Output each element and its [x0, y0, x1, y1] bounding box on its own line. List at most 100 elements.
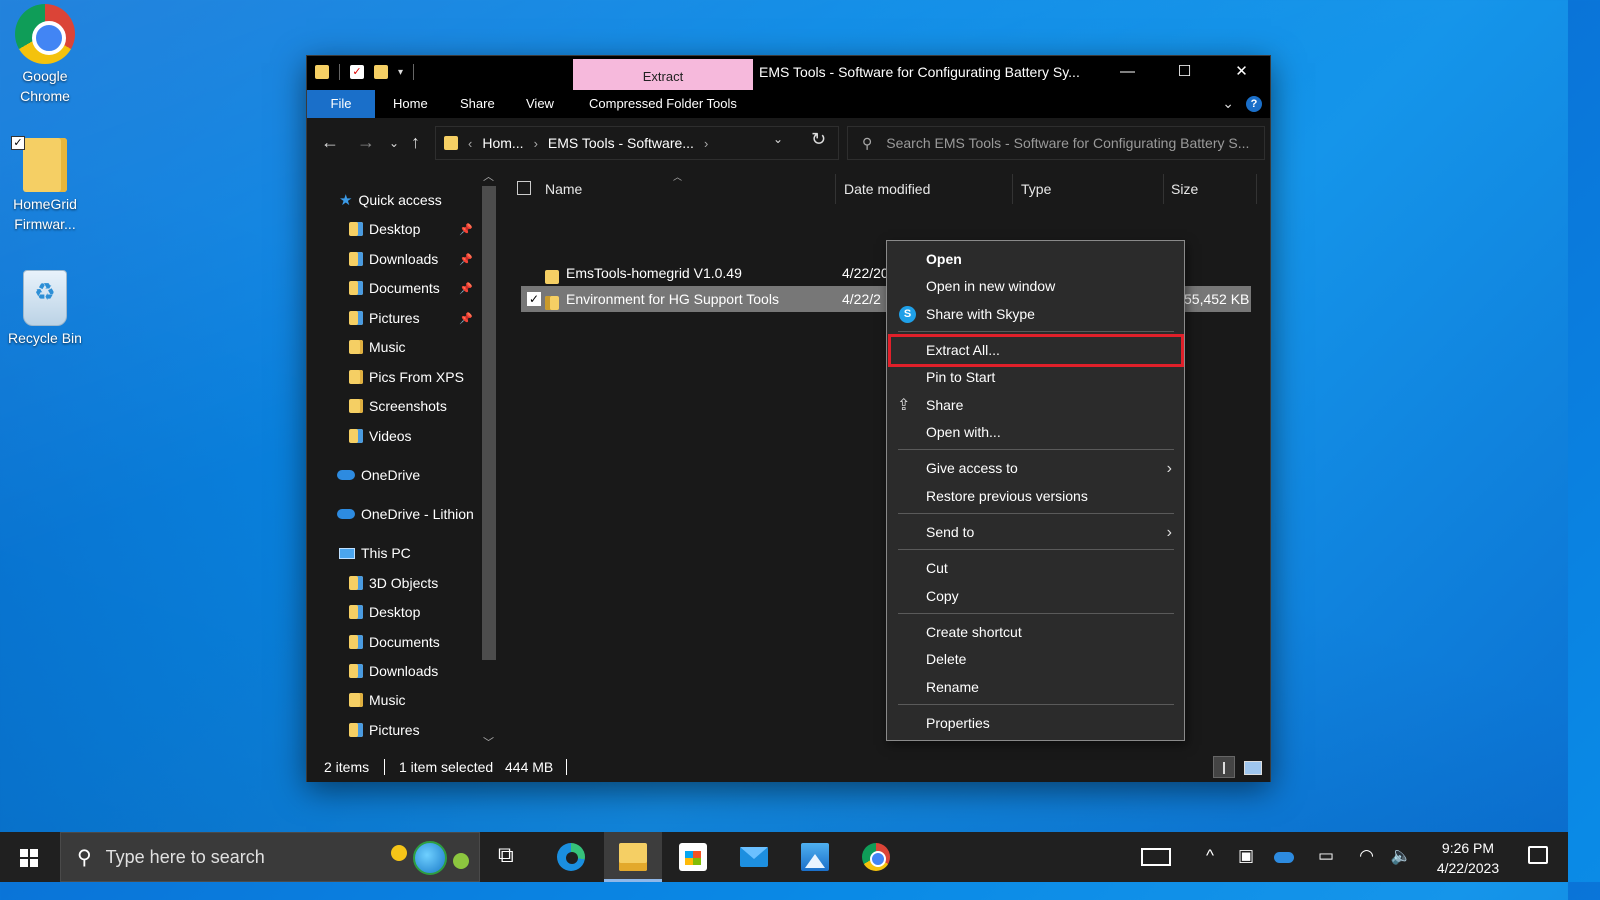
column-header-name[interactable]: Name	[545, 174, 835, 204]
news-icon[interactable]	[1141, 848, 1171, 866]
menu-item-open-new-window[interactable]: Open in new window	[887, 273, 1184, 300]
menu-item-send-to[interactable]: Send to ›	[887, 519, 1184, 546]
nav-item-videos[interactable]: Videos	[307, 422, 479, 450]
column-divider[interactable]	[835, 174, 836, 204]
desktop-icon-chrome[interactable]: Google Chrome	[0, 4, 90, 106]
nav-item-music[interactable]: Music	[307, 333, 479, 361]
menu-item-rename[interactable]: Rename	[887, 674, 1184, 701]
column-divider[interactable]	[1012, 174, 1013, 204]
column-header-type[interactable]: Type	[1021, 174, 1161, 204]
breadcrumb-item[interactable]: EMS Tools - Software...	[548, 135, 694, 151]
address-dropdown-icon[interactable]: ⌄	[773, 132, 783, 146]
column-header-date[interactable]: Date modified	[844, 174, 1014, 204]
wifi-icon[interactable]: ◠	[1359, 846, 1374, 866]
large-icons-view-icon[interactable]	[1241, 756, 1263, 778]
column-divider[interactable]	[1256, 174, 1257, 204]
maximize-button[interactable]: ☐	[1156, 56, 1213, 90]
nav-item-pc-music[interactable]: Music	[307, 686, 479, 714]
chevron-right-icon[interactable]: ›	[534, 136, 538, 151]
nav-quick-access[interactable]: ★ Quick access	[307, 186, 479, 214]
nav-item-documents[interactable]: Documents 📌	[307, 274, 479, 302]
nav-item-3d-objects[interactable]: 3D Objects	[307, 569, 479, 597]
nav-onedrive-lithion[interactable]: OneDrive - Lithion	[307, 500, 479, 528]
tab-view[interactable]: View	[510, 90, 570, 118]
menu-item-share-skype[interactable]: S Share with Skype	[887, 301, 1184, 328]
search-highlight-icon[interactable]	[389, 839, 471, 877]
chevron-up-icon[interactable]: ^	[1206, 846, 1214, 866]
menu-item-open[interactable]: Open	[887, 246, 1184, 273]
search-input[interactable]: ⚲ Search EMS Tools - Software for Config…	[847, 126, 1265, 160]
menu-item-open-with[interactable]: Open with...	[887, 419, 1184, 446]
close-button[interactable]: ✕	[1213, 56, 1270, 90]
battery-icon[interactable]: ▭	[1318, 846, 1334, 866]
clock[interactable]: 9:26 PM 4/22/2023	[1428, 838, 1508, 878]
menu-item-give-access[interactable]: Give access to ›	[887, 455, 1184, 482]
nav-item-pc-pictures[interactable]: Pictures	[307, 716, 479, 744]
pin-icon[interactable]: 📌	[459, 253, 473, 266]
scrollbar-thumb[interactable]	[482, 186, 496, 660]
help-icon[interactable]: ?	[1246, 95, 1262, 112]
row-checkbox[interactable]: ✓	[527, 292, 541, 306]
meet-now-icon[interactable]: ▣	[1238, 846, 1254, 866]
minimize-button[interactable]: —	[1099, 56, 1156, 90]
expand-ribbon-icon[interactable]: ⌄	[1222, 95, 1234, 112]
desktop-icon-homegrid[interactable]: ✓ HomeGrid Firmwar...	[0, 136, 90, 234]
nav-item-pc-documents[interactable]: Documents	[307, 628, 479, 656]
nav-item-screenshots[interactable]: Screenshots	[307, 392, 479, 420]
nav-item-pictures[interactable]: Pictures 📌	[307, 304, 479, 332]
menu-item-copy[interactable]: Copy	[887, 583, 1184, 610]
desktop-icon-recycle-bin[interactable]: Recycle Bin	[0, 270, 90, 348]
nav-scrollbar[interactable]: ︿ ﹀	[479, 166, 499, 752]
refresh-icon[interactable]: ↻	[811, 129, 826, 150]
menu-item-create-shortcut[interactable]: Create shortcut	[887, 619, 1184, 646]
nav-onedrive[interactable]: OneDrive	[307, 461, 479, 489]
taskbar-mail[interactable]	[725, 832, 783, 882]
chevron-right-icon[interactable]: ›	[704, 136, 708, 151]
extract-contextual-tab[interactable]: Extract	[573, 59, 753, 90]
menu-item-restore-versions[interactable]: Restore previous versions	[887, 483, 1184, 510]
title-bar[interactable]: ✓ ▾ Extract EMS Tools - Software for Con…	[307, 56, 1270, 90]
notification-icon[interactable]	[1528, 846, 1548, 864]
onedrive-icon[interactable]	[1274, 852, 1294, 863]
menu-item-share[interactable]: ⇪ Share	[887, 392, 1184, 419]
back-icon[interactable]: ←	[321, 132, 339, 153]
taskbar-chrome[interactable]	[847, 832, 905, 882]
tab-file[interactable]: File	[307, 90, 375, 118]
tab-share[interactable]: Share	[444, 90, 511, 118]
column-divider[interactable]	[1163, 174, 1164, 204]
tab-home[interactable]: Home	[377, 90, 444, 118]
menu-item-properties[interactable]: Properties	[887, 710, 1184, 737]
taskbar-file-explorer[interactable]	[604, 832, 662, 882]
breadcrumb-item[interactable]: Hom...	[482, 135, 523, 151]
taskbar-photos[interactable]	[786, 832, 844, 882]
menu-item-delete[interactable]: Delete	[887, 646, 1184, 673]
tab-compressed-folder-tools[interactable]: Compressed Folder Tools	[573, 90, 753, 118]
taskbar-search-input[interactable]: ⚲ Type here to search	[60, 832, 480, 882]
select-all-checkbox[interactable]	[517, 181, 531, 195]
nav-item-desktop[interactable]: Desktop 📌	[307, 215, 479, 243]
up-icon[interactable]: ↑	[411, 132, 420, 153]
taskbar-store[interactable]	[664, 832, 722, 882]
nav-item-pc-downloads[interactable]: Downloads	[307, 657, 479, 685]
pin-icon[interactable]: 📌	[459, 312, 473, 325]
menu-item-pin-to-start[interactable]: Pin to Start	[887, 364, 1184, 391]
properties-icon[interactable]: ✓	[350, 65, 364, 79]
recent-locations-icon[interactable]: ⌄	[389, 136, 399, 150]
nav-item-downloads[interactable]: Downloads 📌	[307, 245, 479, 273]
pin-icon[interactable]: 📌	[459, 282, 473, 295]
start-button[interactable]	[0, 832, 58, 882]
scroll-down-icon[interactable]: ﹀	[483, 734, 494, 750]
pin-icon[interactable]: 📌	[459, 223, 473, 236]
volume-icon[interactable]: 🔈	[1391, 846, 1412, 866]
column-header-size[interactable]: Size	[1171, 174, 1261, 204]
menu-item-cut[interactable]: Cut	[887, 555, 1184, 582]
taskbar-edge[interactable]	[542, 832, 600, 882]
nav-this-pc[interactable]: This PC	[307, 539, 479, 567]
taskbar-task-view[interactable]: ⧉	[480, 832, 538, 882]
scroll-up-icon[interactable]: ︿	[483, 168, 494, 184]
customize-toolbar-icon[interactable]: ▾	[398, 67, 403, 78]
forward-icon[interactable]: →	[357, 132, 375, 153]
new-folder-icon[interactable]	[374, 65, 388, 79]
nav-item-pc-desktop[interactable]: Desktop	[307, 598, 479, 626]
nav-item-pics-from-xps[interactable]: Pics From XPS	[307, 363, 479, 391]
